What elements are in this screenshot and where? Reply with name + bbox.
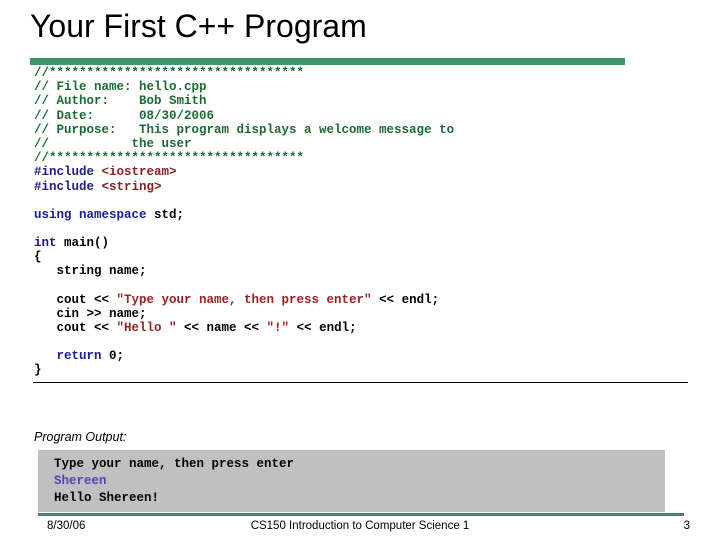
console-line: Shereen xyxy=(54,474,107,488)
console-line: Hello Shereen! xyxy=(54,491,160,505)
code-line: //********************************** xyxy=(34,66,454,80)
footer-course-title: CS150 Introduction to Computer Science 1 xyxy=(250,520,470,532)
code-line: string name; xyxy=(34,264,454,278)
code-token: //********************************** xyxy=(34,66,305,80)
code-token: cout << xyxy=(34,292,117,307)
code-token: #include xyxy=(34,165,102,180)
console-text: Type your name, then press enter Shereen H… xyxy=(54,456,294,507)
code-token: cin >> name; xyxy=(34,306,147,321)
code-token: return xyxy=(56,349,110,364)
console-line: Type your name, then press enter xyxy=(54,457,295,471)
slide-footer: 8/30/06 CS150 Introduction to Computer S… xyxy=(0,520,720,538)
code-token: // the user xyxy=(34,137,192,152)
code-token: "!" xyxy=(266,321,290,336)
code-line: int main() xyxy=(34,236,454,250)
code-line: { xyxy=(34,250,454,264)
code-token: #include xyxy=(34,179,102,194)
code-line: // Author: Bob Smith xyxy=(34,94,454,108)
code-token: cout << xyxy=(34,321,117,336)
footer-page-number: 3 xyxy=(683,520,690,532)
code-token: << name << xyxy=(176,321,267,336)
code-line: cin >> name; xyxy=(34,307,454,321)
section-divider xyxy=(33,382,688,383)
code-token: main() xyxy=(64,236,110,251)
code-token: // Purpose: This program displays a welc… xyxy=(34,122,455,137)
code-line: // File name: hello.cpp xyxy=(34,80,454,94)
title-underline-bar xyxy=(30,58,625,65)
code-token: << endl; xyxy=(289,321,357,336)
code-line: // the user xyxy=(34,137,454,151)
code-line: cout << "Hello " << name << "!" << endl; xyxy=(34,321,454,335)
code-token: "Type your name, then press enter" xyxy=(116,292,372,307)
code-token: // Date: 08/30/2006 xyxy=(34,108,215,123)
code-token: "Hello " xyxy=(116,321,177,336)
code-line: return 0; xyxy=(34,349,454,363)
code-token: << endl; xyxy=(371,292,440,307)
footer-rule xyxy=(38,513,684,516)
code-line: } xyxy=(34,363,454,377)
code-line: //********************************** xyxy=(34,151,454,165)
code-line: using namespace std; xyxy=(34,208,454,222)
code-line: // Date: 08/30/2006 xyxy=(34,109,454,123)
code-token: { xyxy=(34,250,42,265)
code-token: //********************************** xyxy=(34,151,305,166)
code-line: #include <iostream> xyxy=(34,165,454,179)
code-token: string name; xyxy=(34,264,147,279)
code-token: 0; xyxy=(109,349,125,364)
code-token: } xyxy=(34,363,42,378)
code-token: using namespace xyxy=(34,207,155,222)
code-token: std; xyxy=(154,207,185,222)
code-token: <string> xyxy=(101,179,162,194)
program-output-console: Type your name, then press enter Shereen H… xyxy=(38,450,665,512)
code-token: int xyxy=(34,236,65,251)
code-line: #include <string> xyxy=(34,180,454,194)
code-token: // Author: Bob Smith xyxy=(34,94,207,109)
code-token: <iostream> xyxy=(101,165,177,180)
code-line: cout << "Type your name, then press ente… xyxy=(34,293,454,307)
code-line: // Purpose: This program displays a welc… xyxy=(34,123,454,137)
code-listing: //**********************************// F… xyxy=(34,66,454,378)
program-output-label: Program Output: xyxy=(34,430,127,444)
page-title: Your First C++ Program xyxy=(30,8,367,44)
code-token: // File name: hello.cpp xyxy=(34,80,207,95)
